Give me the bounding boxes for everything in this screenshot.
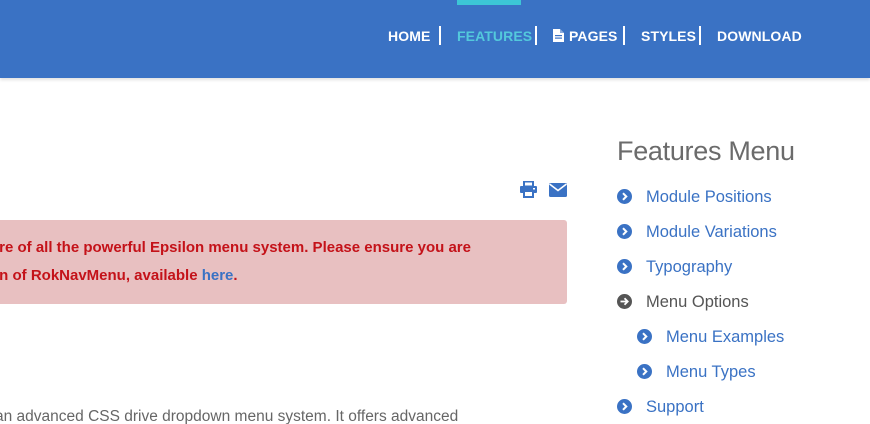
nav-separator xyxy=(623,26,625,45)
chevron-circle-right-icon xyxy=(617,224,632,239)
sidebar-item-label: Module Positions xyxy=(646,188,772,206)
sidebar-item-label: Menu Examples xyxy=(666,328,785,346)
alert-box: ore of all the powerful Epsilon menu sys… xyxy=(0,220,567,304)
chevron-circle-right-icon xyxy=(637,364,652,379)
chevron-circle-right-icon xyxy=(637,329,652,344)
alert-message-line-1: ore of all the powerful Epsilon menu sys… xyxy=(0,239,471,256)
chevron-circle-right-icon xyxy=(617,259,632,274)
document-icon xyxy=(553,29,564,42)
nav-separator xyxy=(699,26,701,45)
nav-item-styles[interactable]: STYLES xyxy=(641,27,696,45)
nav-item-pages[interactable]: PAGES xyxy=(569,27,617,45)
email-icon[interactable] xyxy=(549,183,567,197)
nav-separator xyxy=(535,26,537,45)
sidebar-item-label: Menu Types xyxy=(666,363,756,381)
sidebar-item-label: Support xyxy=(646,398,704,416)
nav-separator xyxy=(439,26,441,45)
print-icon[interactable] xyxy=(520,181,537,198)
alert-message-text: on of RokNavMenu, available xyxy=(0,267,202,284)
body-paragraph: an advanced CSS drive dropdown menu syst… xyxy=(0,408,459,424)
alert-message-line-2: on of RokNavMenu, available here. xyxy=(0,267,590,284)
nav-item-features[interactable]: FEATURES xyxy=(457,27,532,45)
active-tab-indicator xyxy=(457,0,521,5)
sidebar-item-label: Menu Options xyxy=(646,293,749,311)
arrow-circle-right-icon xyxy=(617,294,632,309)
sidebar-item-label: Module Variations xyxy=(646,223,777,241)
alert-message-period: . xyxy=(233,267,238,284)
nav-item-home[interactable]: HOME xyxy=(388,27,430,45)
alert-here-link[interactable]: here xyxy=(202,267,234,284)
chevron-circle-right-icon xyxy=(617,399,632,414)
sidebar-title: Features Menu xyxy=(617,136,795,166)
chevron-circle-right-icon xyxy=(617,189,632,204)
nav-item-download[interactable]: DOWNLOAD xyxy=(717,27,802,45)
top-navigation-bar: HOME FEATURES PAGES STYLES DOWNLOAD xyxy=(0,0,870,78)
sidebar-item-label: Typography xyxy=(646,258,733,276)
